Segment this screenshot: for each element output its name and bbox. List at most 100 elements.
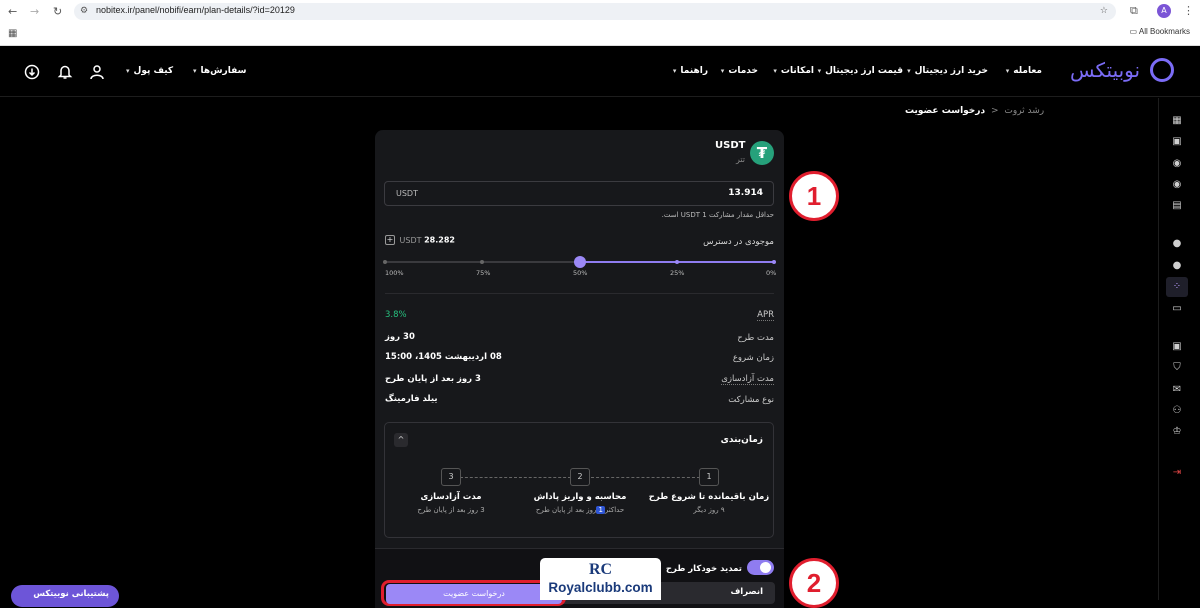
auto-renew-label: تمدید خودکار طرح [665,564,742,574]
back-icon[interactable]: ← [8,6,17,17]
timing-section: زمان‌بندی ^ 1 زمان باقیمانده تا شروع طرح… [384,422,774,538]
all-bookmarks[interactable]: ▭ All Bookmarks [1130,27,1190,36]
nav-crypto-prices[interactable]: قیمت ارز دیجیتال▾ [818,66,903,76]
step-connector [591,477,700,478]
nobitex-logo-icon[interactable] [1150,58,1174,82]
chevron-down-icon: ▾ [672,67,677,75]
star-icon[interactable]: ☆ [1100,6,1108,17]
amount-value[interactable]: 13.914 [728,188,763,198]
wallet-icon[interactable]: ▣ [1171,136,1183,148]
available-value: 28.282 [424,235,455,245]
chevron-down-icon: ▾ [193,67,197,75]
calendar-icon[interactable]: ▭ [1171,303,1183,315]
support-button[interactable]: پشتیبانی نوبیتکس [11,585,119,607]
dashboard-icon[interactable]: ▦ [1171,115,1183,127]
nobitex-logo-text[interactable]: نوبیتکس [1070,58,1140,82]
toggle-knob [760,562,771,573]
watermark-logo: RC [588,561,613,578]
apps-grid-icon[interactable]: ▦ [8,28,17,39]
folder-icon: ▭ [1129,27,1139,36]
duration-value: 30 روز [385,332,415,342]
exchange-icon[interactable]: ◉ [1171,158,1183,170]
right-sidebar: ▦ ▣ ◉ ◉ ▤ ● ● ⁘ ▭ ▣ ⛉ ✉ ⚇ ♔ ⇥ [1158,98,1200,600]
step-title: محاسبه و واریز پاداش [533,492,627,502]
slider-label[interactable]: 0% [766,269,776,277]
arrow-circle-icon[interactable]: ◉ [1171,179,1183,191]
deposit-icon[interactable]: ● [1171,260,1183,272]
slider-label[interactable]: 50% [573,269,587,277]
mail-icon[interactable]: ✉ [1171,384,1183,396]
slider-label[interactable]: 75% [476,269,490,277]
chevron-up-icon[interactable]: ^ [394,433,408,447]
chevron-down-icon: ▾ [907,67,911,75]
profile-card-icon[interactable]: ▣ [1171,341,1183,353]
nav-features[interactable]: امکانات▾ [773,66,814,76]
slider-tick[interactable] [772,260,776,264]
slider-tick[interactable] [674,260,679,264]
extensions-icon[interactable]: ⧉ [1130,5,1138,16]
timing-title: زمان‌بندی [720,435,763,445]
duration-label: مدت طرح [737,333,774,343]
reload-icon[interactable]: ↻ [53,6,62,17]
min-amount-note: حداقل مقدار مشارکت 1 USDT است. [661,211,774,219]
divider [385,293,774,294]
submit-membership-button[interactable]: درخواست عضویت [386,584,562,604]
annotation-marker-1: 1 [789,171,839,221]
slider-thumb[interactable] [573,256,586,268]
address-bar[interactable]: ⚙ nobitex.ir/panel/nobifi/earn/plan-deta… [74,3,1116,20]
slider-tick[interactable] [480,260,485,264]
nav-guide[interactable]: راهنما▾ [673,66,708,76]
orders-menu[interactable]: سفارش‌ها▾ [193,66,246,76]
plus-icon[interactable]: + [385,235,395,245]
slider-label[interactable]: 100% [385,269,404,277]
apr-label: APR [757,310,774,321]
nav-services[interactable]: خدمات▾ [721,66,758,76]
step-number: 2 [570,468,590,486]
amount-slider[interactable] [383,256,776,268]
nav-buy-crypto[interactable]: خرید ارز دیجیتال▾ [907,66,988,76]
coin-name: تتر [735,155,745,164]
plan-card: ₮ USDT تتر USDT 13.914 حداقل مقدار مشارک… [375,130,784,608]
apr-value: 3.8% [385,310,407,320]
release-period-label: مدت آزادسازی [721,374,774,385]
chevron-down-icon: ▾ [1005,67,1010,75]
bell-icon[interactable] [57,64,73,80]
wallet-menu[interactable]: کیف پول▾ [126,66,173,76]
kebab-menu-icon[interactable]: ⋮ [1183,5,1194,16]
shield-icon[interactable]: ⛉ [1171,362,1183,374]
coin-symbol: USDT [715,140,746,151]
step-subtitle: حداکثر1روز بعد از پایان طرح [535,506,625,514]
available-unit: USDT [399,235,422,245]
user-icon[interactable] [89,64,105,80]
nav-trade[interactable]: معامله▾ [1006,66,1042,76]
chevron-down-icon: ▾ [720,67,725,75]
chevron-down-icon: ▾ [126,67,130,75]
dollar-icon[interactable]: ● [1171,238,1183,250]
auto-renew-toggle[interactable] [747,560,774,575]
report-icon[interactable]: ▤ [1171,200,1183,212]
trophy-icon[interactable]: ♔ [1171,426,1183,438]
step-title: مدت آزادسازی [420,492,482,502]
step-subtitle: 3 روز بعد از پایان طرح [417,506,485,514]
slider-tick[interactable] [383,260,387,264]
slider-label[interactable]: 25% [670,269,684,277]
amount-input[interactable]: USDT 13.914 [384,181,774,206]
start-time-label: زمان شروع [732,353,774,363]
referral-icon[interactable]: ⚇ [1171,405,1183,417]
app-header: نوبیتکس معامله▾ خرید ارز دیجیتال▾ قیمت ا… [0,47,1200,97]
profile-avatar[interactable]: A [1157,4,1171,18]
amount-unit: USDT [396,189,418,198]
breadcrumb-current: درخواست عضویت [905,106,986,116]
earn-icon[interactable]: ⁘ [1166,277,1188,297]
logout-icon[interactable]: ⇥ [1171,467,1183,479]
start-time-value: 08 اردیبهشت 1405، 15:00 [385,352,502,362]
breadcrumb-separator: < [990,106,999,116]
step-title: زمان باقیمانده تا شروع طرح [648,492,770,502]
release-period-value: 3 روز بعد از پایان طرح [385,374,481,384]
forward-icon[interactable]: → [30,6,39,17]
breadcrumb-parent[interactable]: رشد ثروت [1004,106,1044,116]
site-settings-icon[interactable]: ⚙ [80,6,88,17]
step-number: 1 [699,468,719,486]
chevron-down-icon: ▾ [773,67,777,75]
download-app-icon[interactable] [24,64,40,80]
